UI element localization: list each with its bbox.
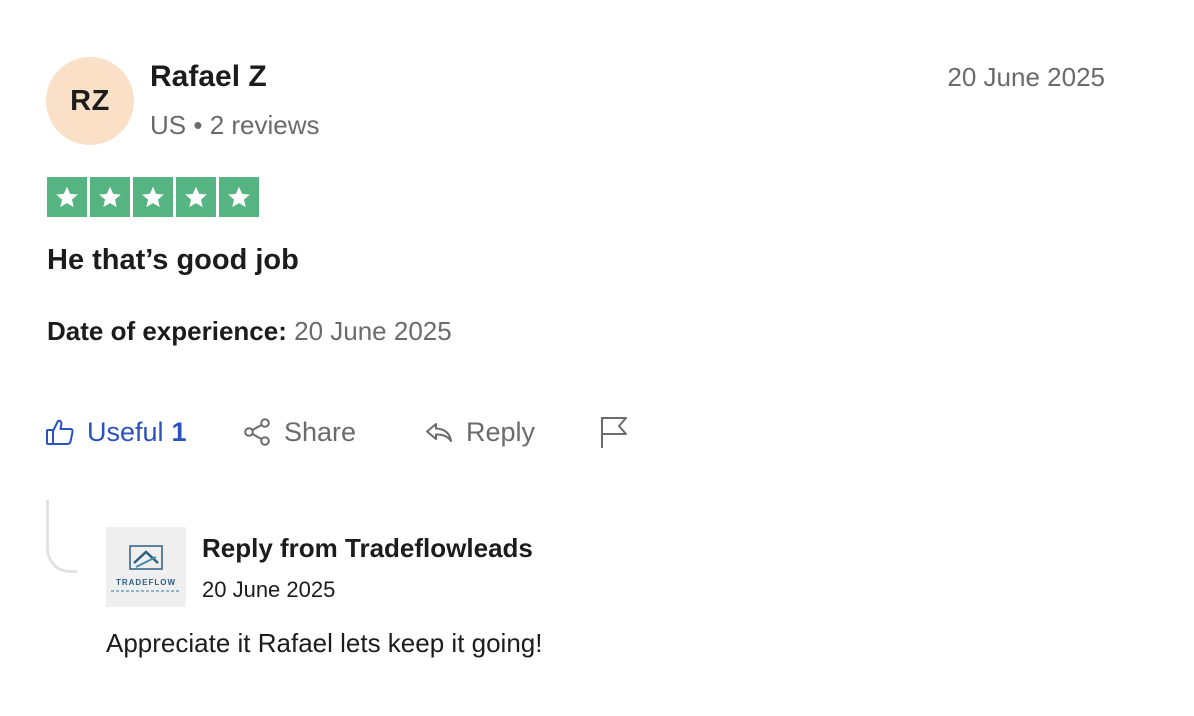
- date-of-experience: Date of experience: 20 June 2025: [47, 316, 452, 347]
- star-icon: [90, 177, 130, 217]
- star-icon: [133, 177, 173, 217]
- reply-thread-line: [46, 500, 77, 573]
- reviewer-meta: US • 2 reviews: [150, 110, 320, 141]
- useful-count: 1: [171, 416, 187, 447]
- reply-icon: [424, 417, 454, 447]
- reply-date: 20 June 2025: [202, 577, 336, 602]
- star-rating: [47, 177, 259, 217]
- star-icon: [176, 177, 216, 217]
- meta-separator: •: [193, 110, 203, 140]
- reply-from: Reply from Tradeflowleads: [202, 533, 533, 563]
- star-icon: [219, 177, 259, 217]
- house-logo-icon: [126, 543, 166, 576]
- reviewer-review-count: 2 reviews: [209, 110, 320, 140]
- reply-label: Reply: [466, 416, 536, 447]
- thumbs-up-icon: [45, 417, 75, 447]
- useful-label: Useful: [87, 416, 164, 447]
- company-logo: TRADEFLOW: [106, 527, 186, 607]
- share-button[interactable]: Share: [242, 412, 356, 452]
- reply-button[interactable]: Reply: [424, 412, 535, 452]
- useful-button[interactable]: Useful 1: [45, 412, 187, 452]
- review-title: He that’s good job: [47, 244, 299, 276]
- reply-body: Appreciate it Rafael lets keep it going!: [106, 628, 543, 658]
- share-icon: [242, 417, 272, 447]
- reviewer-name[interactable]: Rafael Z: [150, 60, 267, 94]
- flag-icon: [598, 414, 630, 450]
- experience-label: Date of experience:: [47, 316, 287, 346]
- reviewer-country: US: [150, 110, 187, 140]
- experience-date: 20 June 2025: [294, 316, 452, 346]
- report-flag-button[interactable]: [598, 412, 630, 452]
- star-icon: [47, 177, 87, 217]
- avatar[interactable]: RZ: [46, 57, 134, 145]
- review-date: 20 June 2025: [947, 62, 1105, 92]
- avatar-initials: RZ: [70, 84, 110, 117]
- company-logo-text: TRADEFLOW: [115, 577, 177, 587]
- logo-tagline-strip: [111, 589, 181, 592]
- share-label: Share: [284, 416, 357, 447]
